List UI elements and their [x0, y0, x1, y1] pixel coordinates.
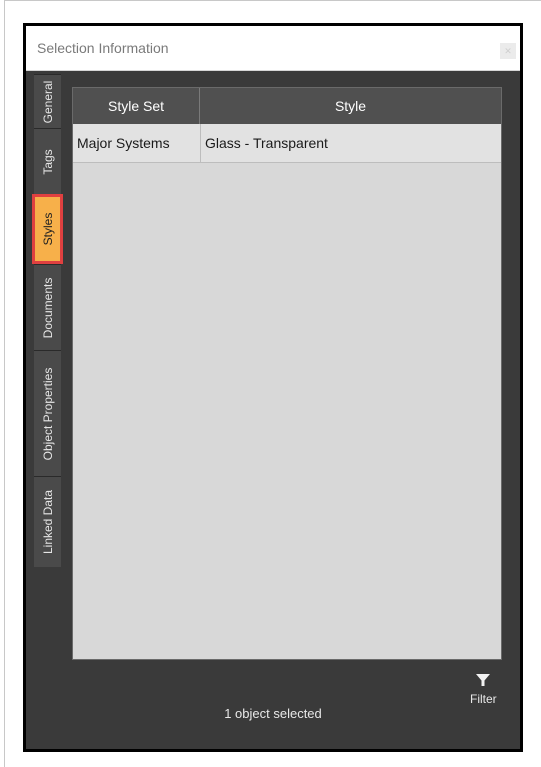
filter-label[interactable]: Filter [470, 692, 497, 706]
cell-divider [200, 124, 201, 162]
tab-object-properties[interactable]: Object Properties [34, 350, 61, 476]
tab-linked-data[interactable]: Linked Data [34, 476, 61, 567]
column-header-style[interactable]: Style [200, 88, 501, 124]
vertical-tab-strip: General Tags Styles Documents Object Pro… [32, 74, 63, 567]
tab-label: Object Properties [40, 367, 55, 460]
tab-label: Styles [40, 212, 55, 246]
tab-documents[interactable]: Documents [34, 264, 61, 350]
styles-grid: Style Set Style Major Systems Glass - Tr… [72, 87, 502, 660]
grid-header: Style Set Style [73, 88, 501, 124]
tab-general[interactable]: General [34, 74, 61, 128]
tab-tags[interactable]: Tags [34, 128, 61, 194]
outer-frame-left [4, 0, 5, 767]
panel-titlebar: Selection Information ✕ [26, 26, 520, 71]
tab-label: Documents [40, 277, 55, 338]
selection-information-panel: Selection Information ✕ General Tags Sty… [23, 23, 523, 752]
column-header-style-set[interactable]: Style Set [73, 88, 200, 124]
close-icon[interactable]: ✕ [500, 43, 516, 59]
outer-frame-top [4, 0, 541, 1]
cell-style: Glass - Transparent [205, 135, 328, 151]
tab-label: Tags [40, 148, 55, 175]
table-row[interactable]: Major Systems Glass - Transparent [73, 124, 501, 163]
tab-styles[interactable]: Styles [32, 194, 63, 264]
tab-label: Linked Data [40, 489, 55, 555]
selection-status: 1 object selected [224, 706, 322, 721]
panel-title: Selection Information [37, 40, 169, 56]
cell-style-set: Major Systems [77, 135, 170, 151]
tab-label: General [40, 80, 55, 123]
filter-icon[interactable] [475, 672, 491, 688]
